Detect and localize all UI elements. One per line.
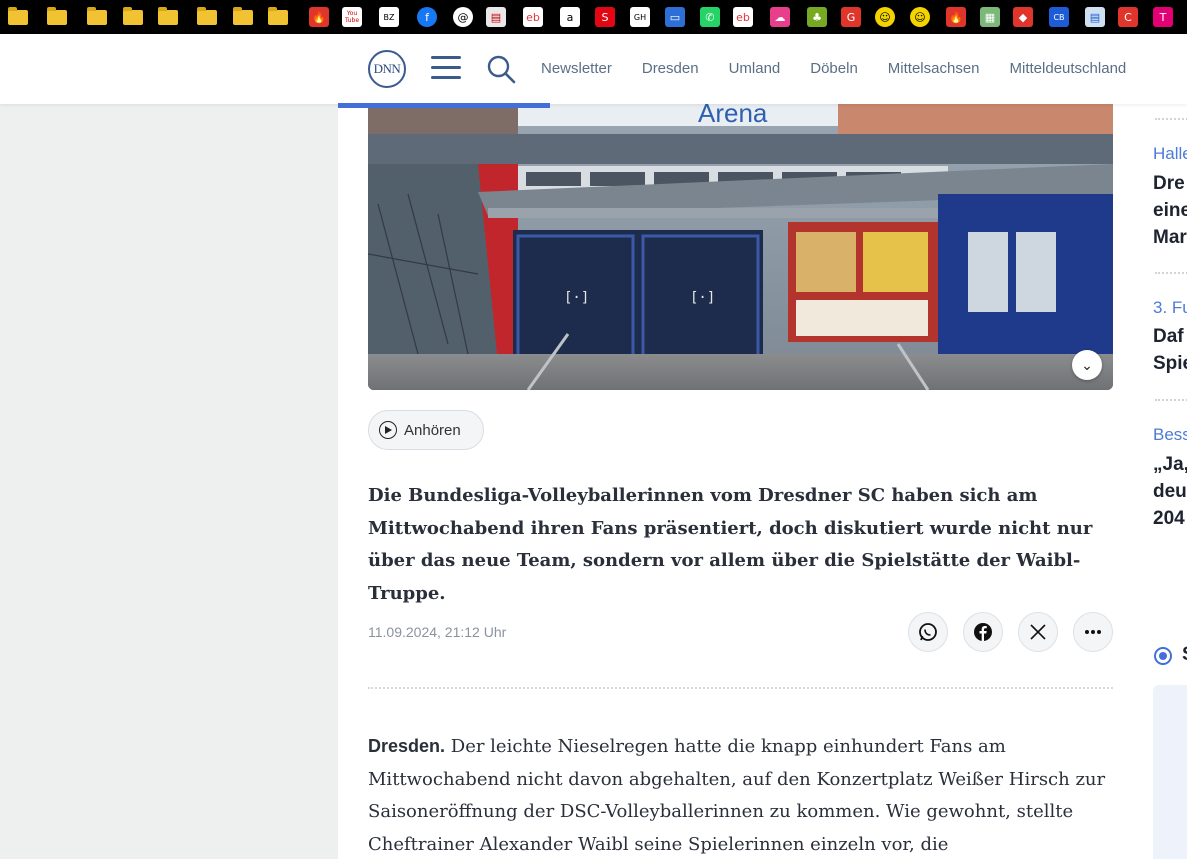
article-body: Dresden. Der leichte Nieselregen hatte d…	[368, 730, 1118, 859]
facebook-icon[interactable]: f	[417, 7, 437, 27]
flame-icon[interactable]: 🔥	[309, 7, 329, 27]
lego-icon[interactable]: ◆	[1013, 7, 1033, 27]
dnn-logo[interactable]: DNN	[368, 50, 406, 88]
sidebar-teasers: Halle Dre eine Mar 3. Fu Daf Spie Bess „…	[1138, 104, 1187, 859]
whatsapp-icon[interactable]: ✆	[700, 7, 720, 27]
divider	[368, 687, 1113, 689]
cb-icon[interactable]: CB	[1049, 7, 1069, 27]
article-body-text: Der leichte Nieselregen hatte die knapp …	[368, 736, 1106, 855]
menu-icon[interactable]	[431, 56, 461, 80]
facebook-share-button[interactable]	[963, 612, 1003, 652]
article-lead: Die Bundesliga-Volleyballerinnen vom Dre…	[368, 485, 1093, 604]
svg-text:[·]: [·]	[690, 290, 715, 306]
teaser-headline[interactable]: Daf	[1153, 323, 1184, 350]
radio-label: S	[1182, 641, 1187, 668]
red-square-icon[interactable]: G	[841, 7, 861, 27]
nav-item-mitteldeutschland[interactable]: Mitteldeutschland	[1010, 60, 1127, 77]
chevron-down-icon[interactable]: ⌄	[1072, 350, 1102, 380]
listen-button[interactable]: Anhören	[368, 410, 484, 450]
teaser-headline[interactable]: „Ja,	[1153, 451, 1187, 478]
smiley-icon[interactable]: ☺	[910, 7, 930, 27]
bz-icon[interactable]: BZ	[379, 7, 399, 27]
nav-item-dresden[interactable]: Dresden	[642, 60, 699, 77]
folder-icon[interactable]	[233, 7, 253, 25]
teaser-headline[interactable]: deu	[1153, 478, 1187, 505]
folder-icon[interactable]	[197, 7, 217, 25]
teaser-kicker[interactable]: Halle	[1153, 144, 1187, 164]
arena-sign-text: Arena	[698, 104, 768, 128]
folder-icon[interactable]	[158, 7, 178, 25]
search-icon[interactable]	[486, 54, 516, 84]
teaser-headline[interactable]: Mar	[1153, 224, 1187, 251]
article-hero-image[interactable]: Arena [·] [·] ⌄	[368, 104, 1113, 390]
x-icon	[1030, 624, 1046, 640]
amazon-icon[interactable]: a	[560, 7, 580, 27]
listen-label: Anhören	[404, 421, 461, 439]
x-share-button[interactable]	[1018, 612, 1058, 652]
ebay-icon[interactable]: eb	[733, 7, 753, 27]
site-header: DNN Newsletter Dresden Umland Döbeln Mit…	[0, 34, 1187, 104]
monitor-icon[interactable]: ▭	[665, 7, 685, 27]
whatsapp-icon	[919, 623, 937, 641]
youtube-icon[interactable]: You Tube	[342, 7, 362, 27]
folder-icon[interactable]	[8, 7, 28, 25]
divider	[1155, 118, 1187, 120]
c-icon[interactable]: C	[1118, 7, 1138, 27]
divider	[1155, 272, 1187, 274]
cloud-upload-icon[interactable]: ☁	[770, 7, 790, 27]
smiley-icon[interactable]: ☺	[875, 7, 895, 27]
nav-item-umland[interactable]: Umland	[729, 60, 781, 77]
gh-icon[interactable]: GH	[630, 7, 650, 27]
sparkasse-icon[interactable]: S	[595, 7, 615, 27]
news-icon[interactable]: ▤	[486, 7, 506, 27]
arena-entrance-photo: Arena [·] [·]	[368, 104, 1113, 390]
teaser-headline[interactable]: Dre	[1153, 170, 1185, 197]
sidebar-box	[1153, 685, 1187, 859]
folder-icon[interactable]	[268, 7, 288, 25]
telekom-icon[interactable]: T	[1153, 7, 1173, 27]
teaser-kicker[interactable]: Bess	[1153, 425, 1187, 445]
folder-icon[interactable]	[87, 7, 107, 25]
nav-item-doebeln[interactable]: Döbeln	[810, 60, 858, 77]
picture-icon[interactable]: ▦	[980, 7, 1000, 27]
at-sign-icon[interactable]: @	[453, 7, 473, 27]
teaser-kicker[interactable]: 3. Fu	[1153, 298, 1187, 318]
play-icon	[379, 421, 397, 439]
nav-item-newsletter[interactable]: Newsletter	[541, 60, 612, 77]
bookmarks-bar: 🔥 You Tube BZ f @ ▤ eb a S GH ▭ ✆ eb ☁ ♣ G ☺ ☺ 🔥 ▦ ◆ CB ▤ C T	[0, 0, 1187, 34]
reading-progress-bar	[338, 103, 550, 108]
more-dots-icon	[1085, 630, 1101, 634]
dateline-city: Dresden.	[368, 736, 446, 756]
nav-item-mittelsachsen[interactable]: Mittelsachsen	[888, 60, 980, 77]
flame-icon[interactable]: 🔥	[946, 7, 966, 27]
main-nav: Newsletter Dresden Umland Döbeln Mittels…	[541, 60, 1156, 77]
article-date: 11.09.2024, 21:12 Uhr	[368, 624, 507, 640]
svg-text:[·]: [·]	[564, 290, 589, 306]
folder-icon[interactable]	[123, 7, 143, 25]
folder-icon[interactable]	[47, 7, 67, 25]
ebay-icon[interactable]: eb	[523, 7, 543, 27]
divider	[1155, 399, 1187, 401]
radio-button[interactable]	[1154, 647, 1172, 665]
teaser-headline[interactable]: eine	[1153, 197, 1187, 224]
teaser-headline[interactable]: 204	[1153, 505, 1185, 532]
teaser-headline[interactable]: Spie	[1153, 350, 1187, 377]
document-icon[interactable]: ▤	[1085, 7, 1105, 27]
whatsapp-share-button[interactable]	[908, 612, 948, 652]
article: Arena [·] [·] ⌄ Anhören Die Bundesliga-V…	[338, 104, 1138, 859]
facebook-icon	[974, 623, 992, 641]
gnome-icon[interactable]: ♣	[807, 7, 827, 27]
more-share-button[interactable]	[1073, 612, 1113, 652]
